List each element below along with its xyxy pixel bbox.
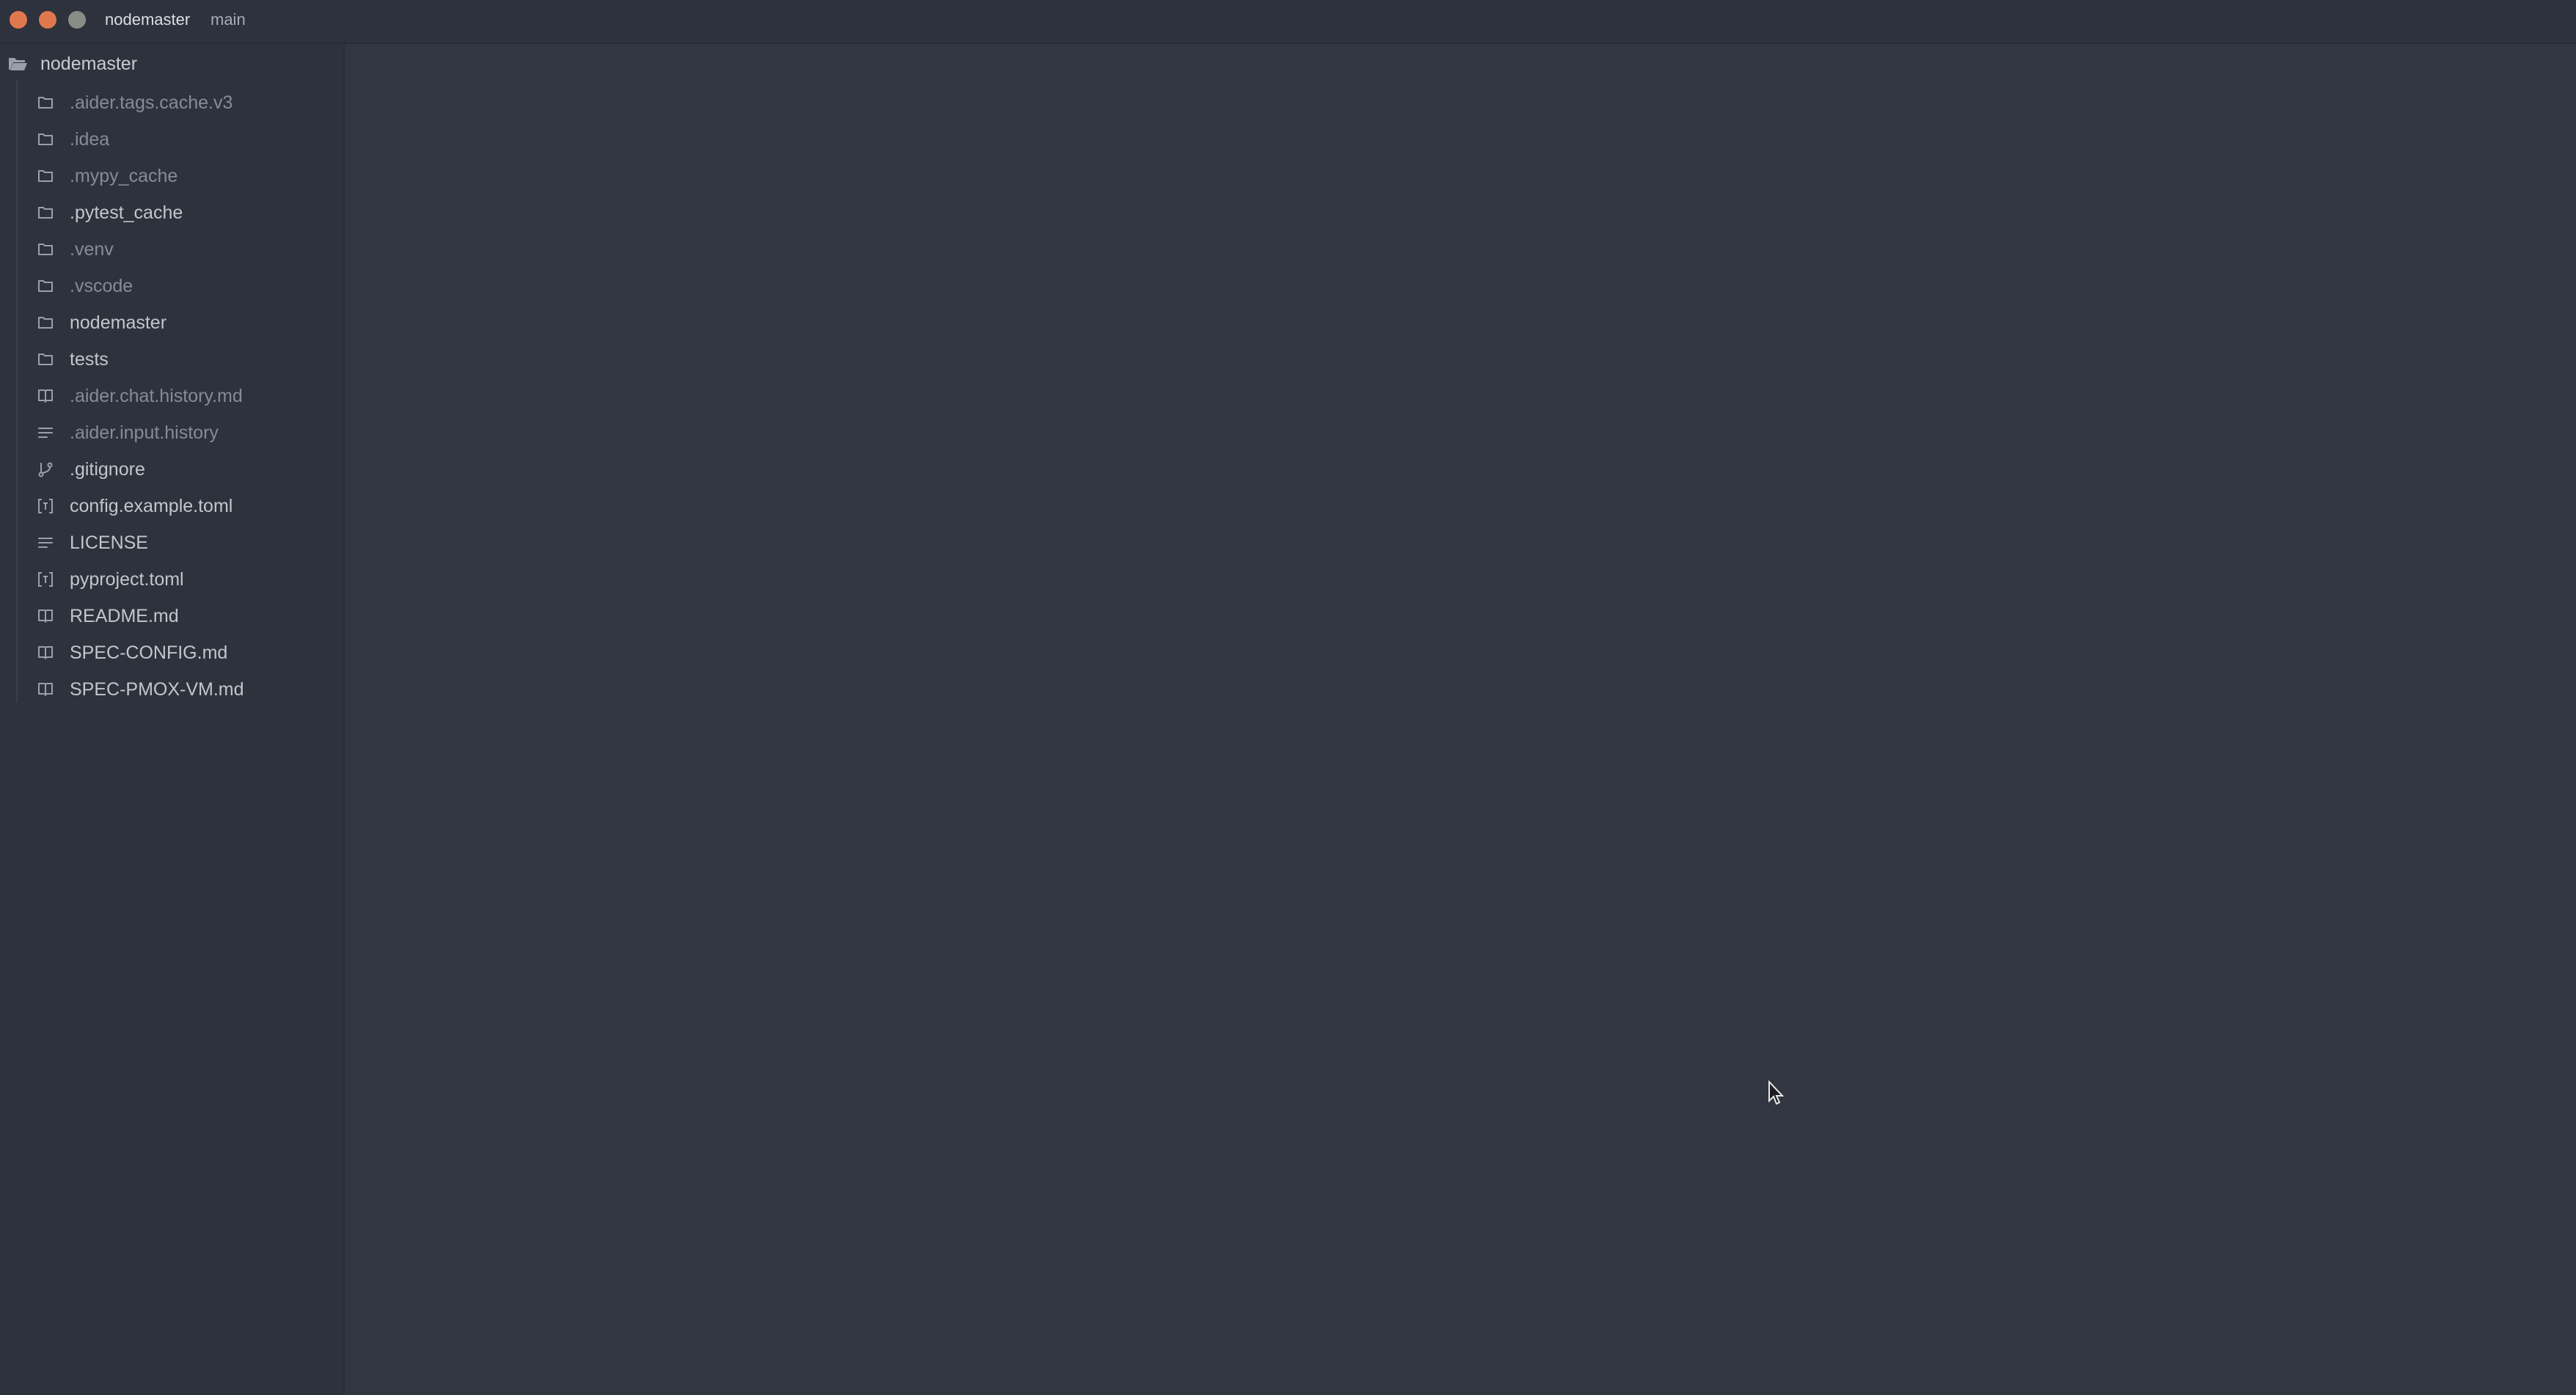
folder-icon	[37, 314, 54, 332]
mouse-cursor-icon	[1768, 1080, 1785, 1105]
tree-item-label: pyproject.toml	[70, 569, 184, 590]
folder-icon	[37, 167, 54, 185]
title-bar: nodemaster main	[0, 0, 2576, 44]
text-lines-icon	[37, 534, 54, 552]
tree-item-label: tests	[70, 349, 109, 370]
tree-item-label: config.example.toml	[70, 496, 233, 516]
tree-item[interactable]: .aider.chat.history.md	[0, 378, 345, 414]
tree-item-label: .gitignore	[70, 459, 145, 480]
tree-item-label: .idea	[70, 129, 110, 150]
tree-item[interactable]: .mypy_cache	[0, 158, 345, 194]
tree-item[interactable]: .vscode	[0, 268, 345, 304]
tree-item[interactable]: LICENSE	[0, 524, 345, 561]
project-name[interactable]: nodemaster	[105, 9, 190, 31]
tree-item-label: nodemaster	[70, 312, 167, 333]
minimize-window-button[interactable]	[39, 11, 56, 29]
tree-item[interactable]: nodemaster	[0, 304, 345, 341]
folder-icon	[37, 241, 54, 258]
tree-item[interactable]: config.example.toml	[0, 488, 345, 524]
tree-item[interactable]: .pytest_cache	[0, 194, 345, 231]
tree-item-label: SPEC-CONFIG.md	[70, 642, 228, 663]
tree-item[interactable]: SPEC-PMOX-VM.md	[0, 671, 345, 708]
tree-item-label: .mypy_cache	[70, 166, 178, 186]
folder-icon	[37, 351, 54, 368]
tree-item-label: .pytest_cache	[70, 202, 183, 223]
file-tree: .aider.tags.cache.v3 .idea .mypy_cache .pyt…	[0, 84, 345, 708]
app-window: nodemaster main nodemaster .aider.tags.c…	[0, 0, 2576, 1395]
folder-open-icon	[9, 58, 27, 70]
folder-icon	[37, 204, 54, 221]
book-icon	[37, 387, 54, 405]
tree-item-label: SPEC-PMOX-VM.md	[70, 679, 244, 700]
tree-item[interactable]: .aider.input.history	[0, 414, 345, 451]
tree-item-label: .aider.tags.cache.v3	[70, 92, 233, 113]
project-panel: nodemaster .aider.tags.cache.v3 .idea .myp…	[0, 44, 345, 1395]
tree-item[interactable]: .aider.tags.cache.v3	[0, 84, 345, 121]
toml-icon	[37, 571, 54, 588]
tree-item-label: README.md	[70, 606, 179, 626]
tree-item-label: .venv	[70, 239, 114, 260]
tree-item[interactable]: .gitignore	[0, 451, 345, 488]
close-window-button[interactable]	[10, 11, 27, 29]
tree-root-item[interactable]: nodemaster	[0, 48, 345, 79]
tree-item[interactable]: SPEC-CONFIG.md	[0, 634, 345, 671]
tree-item[interactable]: .idea	[0, 121, 345, 158]
book-icon	[37, 681, 54, 698]
tree-item-label: .aider.input.history	[70, 422, 219, 443]
tree-item[interactable]: tests	[0, 341, 345, 378]
toml-icon	[37, 497, 54, 515]
git-icon	[37, 461, 54, 478]
editor-area[interactable]	[345, 44, 2576, 1395]
folder-icon	[37, 277, 54, 295]
text-lines-icon	[37, 424, 54, 442]
book-icon	[37, 607, 54, 625]
folder-icon	[37, 131, 54, 148]
book-icon	[37, 644, 54, 662]
tree-item[interactable]: README.md	[0, 598, 345, 634]
tree-item[interactable]: pyproject.toml	[0, 561, 345, 598]
branch-name[interactable]: main	[211, 9, 246, 31]
tree-item-label: .aider.chat.history.md	[70, 386, 243, 406]
tree-item-label: LICENSE	[70, 532, 148, 553]
tree-item-label: .vscode	[70, 276, 133, 296]
folder-icon	[37, 94, 54, 111]
maximize-window-button[interactable]	[68, 11, 86, 29]
tree-root-label: nodemaster	[40, 53, 138, 74]
tree-item[interactable]: .venv	[0, 231, 345, 268]
